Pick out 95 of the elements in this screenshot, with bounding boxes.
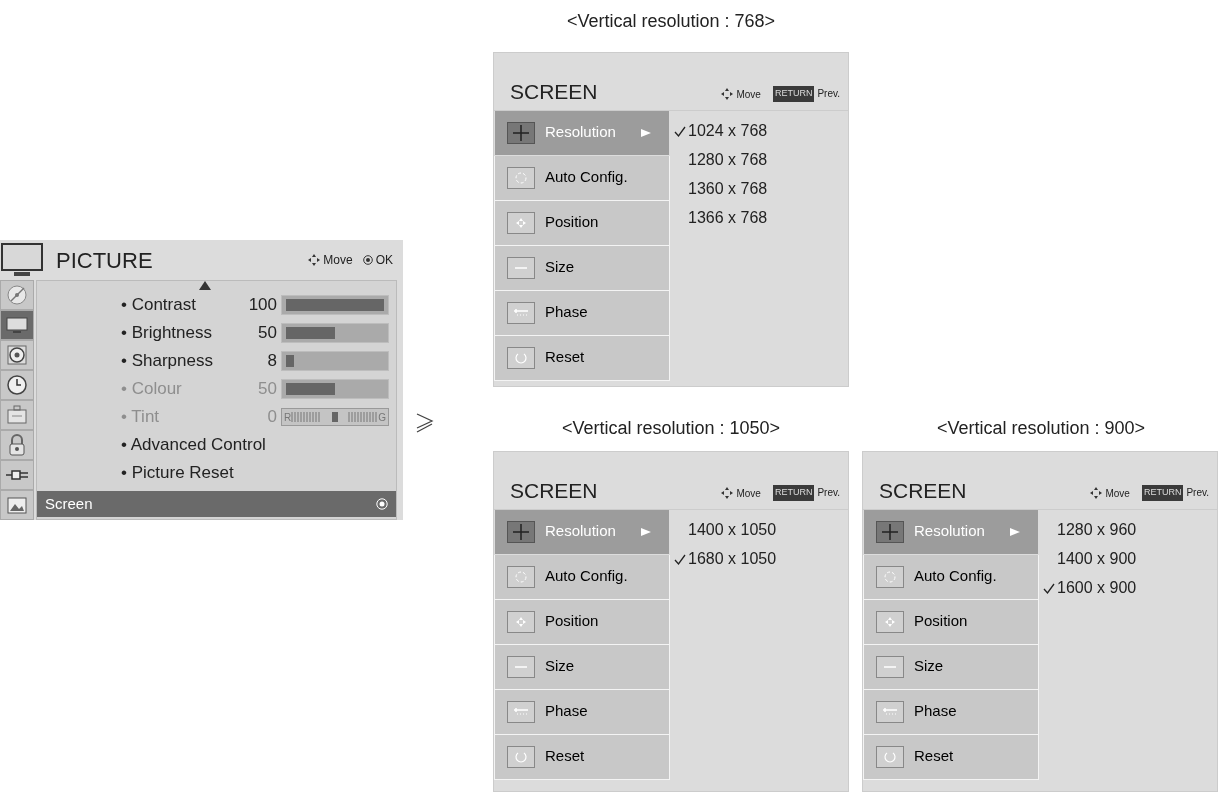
clock-icon <box>5 373 29 397</box>
crosshair-icon <box>507 121 535 144</box>
menu-title: SCREEN <box>879 479 968 501</box>
caption: <Vertical resolution : 768> <box>565 10 777 33</box>
move-arrows-icon <box>308 254 321 266</box>
menu-item[interactable]: Reset <box>863 734 1039 780</box>
tick-marks-drawing <box>291 412 322 422</box>
resolution-option[interactable]: 1280 x 960 <box>1043 515 1137 545</box>
resolution-option[interactable]: 1600 x 900 <box>1043 573 1137 603</box>
right-triangle-icon <box>641 127 651 138</box>
chevron-icon <box>416 411 434 434</box>
menu-item[interactable]: Auto Config. <box>863 554 1039 600</box>
return-key-label: RETURN <box>772 485 815 501</box>
slider-track[interactable] <box>281 295 389 315</box>
check-icon <box>674 553 686 566</box>
menu-title: SCREEN <box>510 80 599 102</box>
hint-label: Prev. <box>817 87 840 102</box>
menu-item[interactable]: Phase <box>494 290 670 336</box>
menu-tab[interactable] <box>0 490 34 520</box>
tick-marks-drawing <box>348 412 379 422</box>
hint-label: Prev. <box>817 486 840 501</box>
return-key-label: RETURN <box>1141 485 1184 501</box>
hint-label: Move <box>323 252 353 269</box>
menu-item[interactable]: Phase <box>863 689 1039 735</box>
hint-label: Move <box>736 87 761 102</box>
menu-item[interactable]: Position <box>863 599 1039 645</box>
crosshair-icon <box>876 520 904 543</box>
slider-track[interactable] <box>281 379 389 399</box>
caption: <Vertical resolution : 900> <box>935 417 1147 440</box>
check-icon <box>1043 582 1055 595</box>
setting-value: 50 <box>257 322 278 345</box>
move-arrows-icon <box>1090 487 1103 499</box>
menu-item[interactable]: Size <box>863 644 1039 690</box>
setting-value: 100 <box>247 294 278 317</box>
tint-left-label: R <box>284 410 292 425</box>
selected-menu-item[interactable]: Screen <box>37 491 396 517</box>
menu-item[interactable]: • Sharpness <box>121 348 243 374</box>
resolution-option[interactable]: 1360 x 768 <box>674 174 768 204</box>
four-arrows-icon <box>507 610 535 633</box>
menu-item[interactable]: Auto Config. <box>494 554 670 600</box>
menu-item[interactable]: • Brightness <box>121 320 243 346</box>
ok-button-icon <box>362 255 373 265</box>
setting-value: 50 <box>257 378 278 401</box>
menu-title: PICTURE <box>56 246 154 275</box>
resolution-option[interactable]: 1280 x 768 <box>674 145 768 175</box>
scroll-up-icon <box>199 281 211 290</box>
slider-track[interactable] <box>281 351 389 371</box>
move-arrows-icon <box>721 487 734 499</box>
menu-item[interactable]: Reset <box>494 335 670 381</box>
tint-right-label: G <box>378 410 386 425</box>
menu-item-label: Screen <box>45 493 93 514</box>
move-arrows-icon <box>721 88 734 100</box>
right-triangle-icon <box>1010 526 1020 537</box>
menu-item[interactable]: • Contrast <box>121 292 243 318</box>
phase-bar-icon <box>507 700 535 723</box>
check-icon <box>674 125 686 138</box>
phase-bar-icon <box>876 700 904 723</box>
hint-label: OK <box>375 252 393 269</box>
resolution-option[interactable]: 1400 x 900 <box>1043 544 1137 574</box>
dish-icon <box>5 283 29 307</box>
phase-bar-icon <box>507 301 535 324</box>
menu-item[interactable]: Size <box>494 644 670 690</box>
toolbox-icon <box>5 403 29 427</box>
crosshair-icon <box>507 520 535 543</box>
radio-icon <box>376 498 388 510</box>
menu-item[interactable]: Position <box>494 200 670 246</box>
return-key-label: RETURN <box>772 86 815 102</box>
hint-label: Move <box>1105 486 1130 501</box>
menu-item[interactable]: Reset <box>494 734 670 780</box>
four-arrows-icon <box>507 211 535 234</box>
menu-tab[interactable] <box>0 460 34 490</box>
speaker-icon <box>5 343 29 367</box>
caption: <Vertical resolution : 1050> <box>560 417 782 440</box>
menu-tab[interactable] <box>0 370 34 400</box>
menu-item[interactable]: Auto Config. <box>494 155 670 201</box>
menu-title: SCREEN <box>510 479 599 501</box>
menu-item[interactable]: Size <box>494 245 670 291</box>
hint-label: Move <box>736 486 761 501</box>
menu-tab[interactable] <box>0 310 34 340</box>
hint-label: Prev. <box>1186 486 1209 501</box>
menu-tab[interactable] <box>0 430 34 460</box>
menu-tab[interactable] <box>0 340 34 370</box>
resolution-option[interactable]: 1400 x 1050 <box>674 515 777 545</box>
menu-item[interactable]: • Picture Reset <box>121 460 234 486</box>
resolution-option[interactable]: 1024 x 768 <box>674 116 768 146</box>
slider-track[interactable] <box>281 323 389 343</box>
menu-item[interactable]: • Advanced Control <box>121 432 266 458</box>
four-arrows-icon <box>876 610 904 633</box>
menu-item[interactable]: Phase <box>494 689 670 735</box>
resolution-option[interactable]: 1366 x 768 <box>674 203 768 233</box>
resolution-option[interactable]: 1680 x 1050 <box>674 544 777 574</box>
right-triangle-icon <box>641 526 651 537</box>
setting-value: 8 <box>266 350 278 373</box>
menu-item[interactable]: Position <box>494 599 670 645</box>
setting-value: 0 <box>266 406 278 429</box>
